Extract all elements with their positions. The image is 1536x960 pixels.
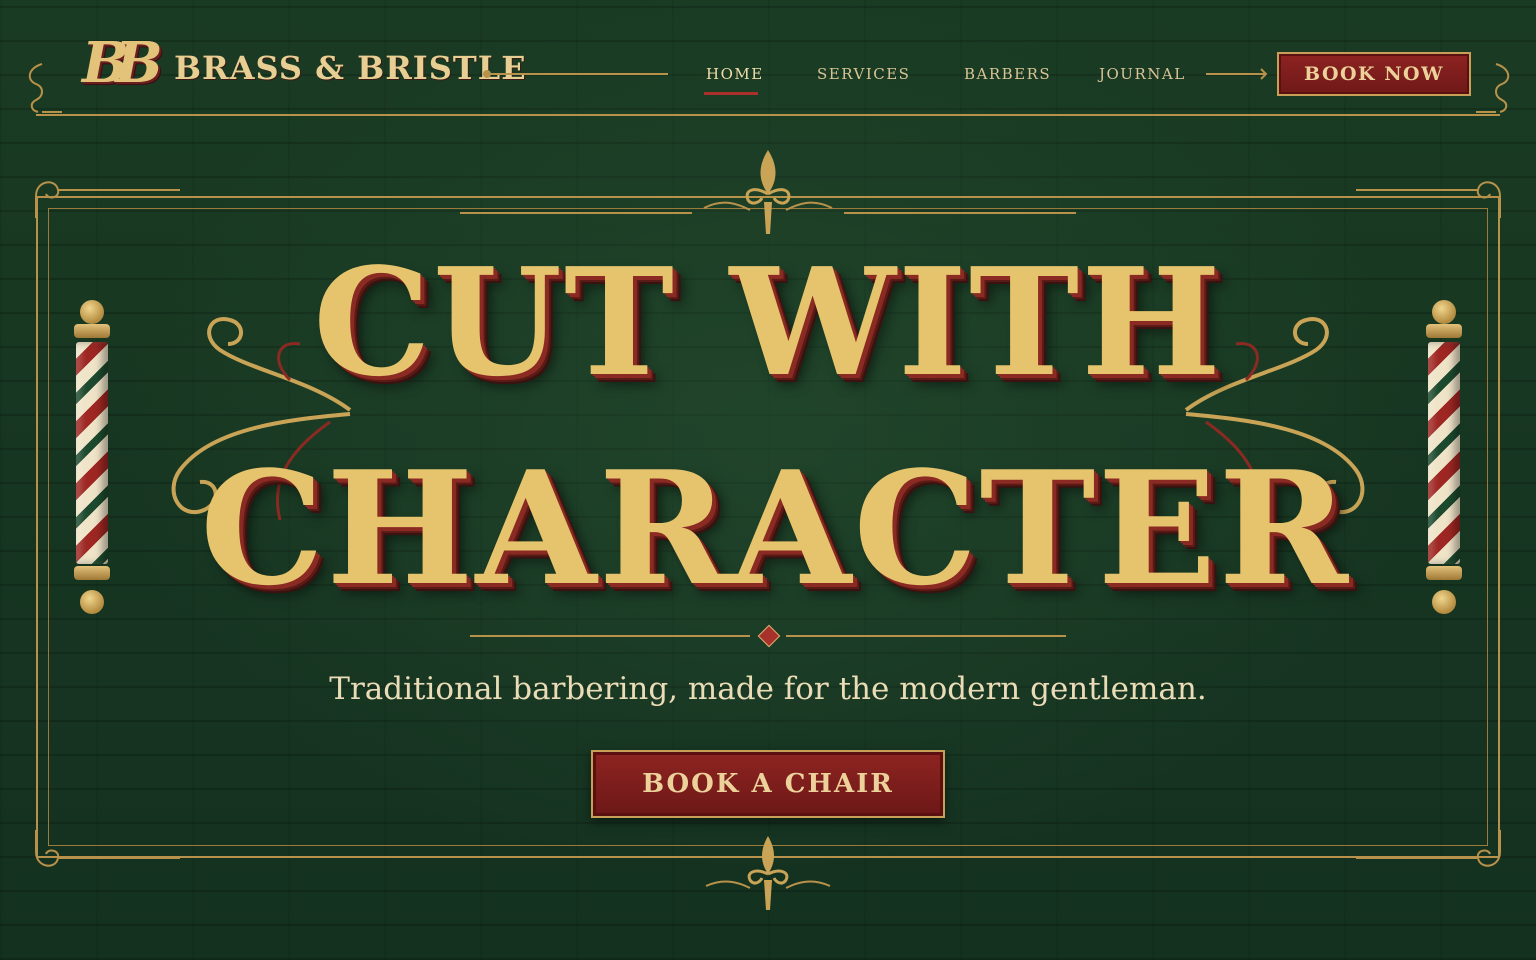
hero-headline-line2: CHARACTER: [200, 437, 1351, 620]
barber-pole-right-icon: [1422, 300, 1466, 616]
arrow-right-icon: [1254, 68, 1268, 80]
site-header: BB BRASS & BRISTLE HOME SERVICES BARBERS…: [0, 0, 1536, 118]
brand-name[interactable]: BRASS & BRISTLE: [174, 48, 527, 88]
frame-corner-bl-icon: [35, 830, 180, 867]
corner-scroll-right-icon: [1476, 63, 1510, 113]
corner-scroll-left-icon: [28, 63, 62, 113]
nav-divider-right: [1206, 73, 1260, 75]
frame-corner-tr-icon: [1356, 181, 1501, 218]
nav-item-services[interactable]: SERVICES: [817, 62, 910, 86]
frame-corner-tl-icon: [35, 181, 180, 218]
book-a-chair-button[interactable]: BOOK A CHAIR: [591, 750, 945, 818]
nav-item-barbers[interactable]: BARBERS: [964, 62, 1051, 86]
hero-rule-left: [470, 635, 750, 637]
nav-divider-left: [488, 73, 668, 75]
arrow-left-icon: [483, 70, 491, 78]
hero-tagline: Traditional barbering, made for the mode…: [329, 671, 1207, 707]
hero-headline-line1: CUT WITH: [313, 235, 1223, 409]
nav-active-indicator: [704, 92, 758, 95]
fleur-de-lis-top-icon: [703, 150, 833, 234]
fleur-de-lis-bottom-icon: [705, 836, 831, 910]
nav-item-home[interactable]: HOME: [706, 62, 764, 86]
brand-monogram[interactable]: BB: [82, 26, 163, 100]
frame-corner-br-icon: [1356, 830, 1501, 867]
hero-rule-right: [786, 635, 1066, 637]
nav-item-journal[interactable]: JOURNAL: [1099, 62, 1186, 86]
header-divider: [36, 114, 1500, 116]
top-ornament-rule-left: [460, 212, 692, 214]
barber-pole-left-icon: [70, 300, 114, 616]
book-now-button[interactable]: BOOK NOW: [1277, 52, 1471, 96]
top-ornament-rule-right: [844, 212, 1076, 214]
